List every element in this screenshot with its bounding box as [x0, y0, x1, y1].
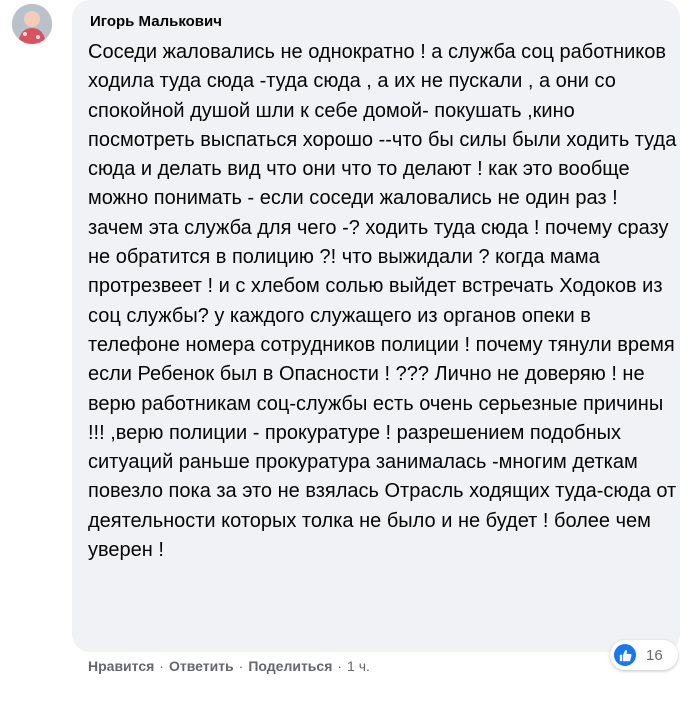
like-icon — [614, 644, 636, 666]
reaction-summary[interactable]: 16 — [610, 640, 678, 670]
comment-bubble: Игорь Малькович Соседи жаловались не одн… — [72, 0, 680, 652]
avatar-image — [12, 4, 52, 44]
avatar[interactable] — [12, 4, 52, 44]
separator-dot: · — [337, 658, 343, 674]
separator-dot: · — [159, 658, 164, 674]
comment-text: Соседи жаловались не однократно ! а служ… — [88, 41, 677, 562]
reaction-count: 16 — [646, 646, 663, 664]
separator-dot: · — [238, 658, 244, 674]
share-button[interactable]: Поделиться — [248, 656, 332, 676]
reply-button[interactable]: Ответить — [169, 656, 234, 676]
comment-timestamp[interactable]: 1 ч. — [347, 656, 370, 676]
like-button[interactable]: Нравится — [88, 656, 154, 676]
comment-actions: Нравится · Ответить · Поделиться · 1 ч. — [88, 656, 370, 676]
comment-author[interactable]: Игорь Малькович — [90, 12, 664, 32]
